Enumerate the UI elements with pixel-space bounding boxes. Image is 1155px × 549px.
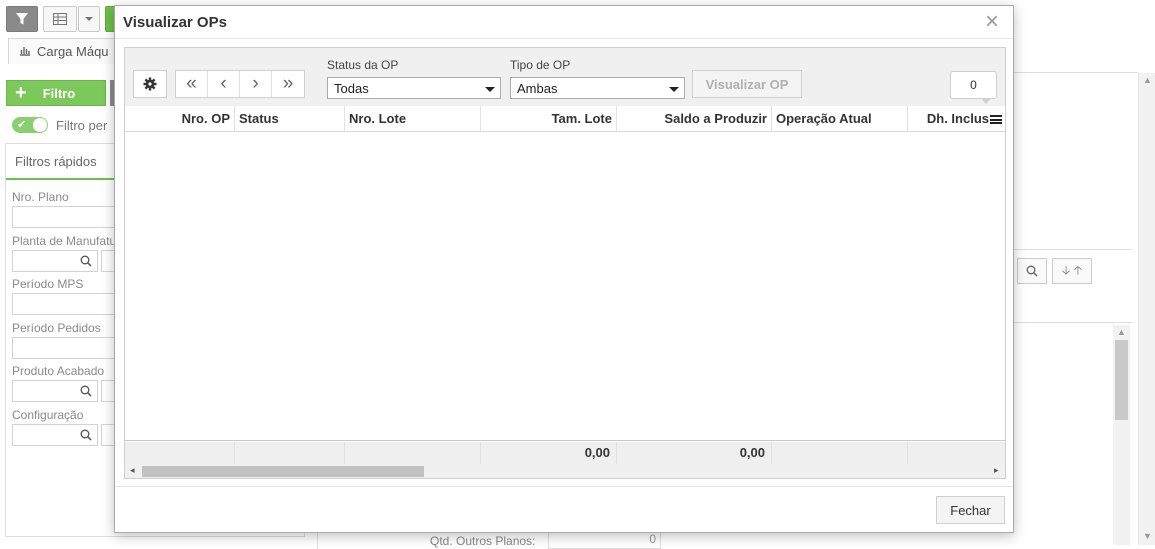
configuracao-search-input[interactable] [12,424,98,446]
visualizar-op-button[interactable]: Visualizar OP [692,70,802,98]
col-status[interactable]: Status [235,106,345,132]
bar-chart-icon [19,45,31,59]
divider [1010,72,1138,73]
field-label-planta: Planta de Manufatu [12,234,117,248]
field-label-periodo-pedidos: Período Pedidos [12,321,101,335]
col-operacao-atual[interactable]: Operação Atual [772,106,908,132]
caret-down-icon [669,87,679,92]
next-page-button[interactable]: › [240,71,272,97]
filter-icon [16,13,28,25]
settings-button[interactable] [133,70,167,98]
col-saldo-produzir[interactable]: Saldo a Produzir [617,106,772,132]
plus-icon: + [15,82,27,104]
filter-toggle-button[interactable] [6,6,38,32]
search-icon [1026,265,1038,277]
total-tam-lote: 0,00 [481,442,617,464]
tipo-op-select[interactable]: Ambas [510,77,685,99]
planta-search-input[interactable] [12,250,98,272]
check-icon: ✔ [17,119,27,131]
fechar-button[interactable]: Fechar [936,496,1005,524]
dialog-header: Visualizar OPs × [115,6,1013,39]
scroll-right-icon[interactable]: ▸ [994,465,999,476]
tab-filtros-rapidos-label: Filtros rápidos [15,153,97,169]
caret-down-icon [85,17,93,21]
status-op-value: Todas [334,81,369,96]
chevron-left-icon: ‹ [220,73,227,94]
page-scrollbar[interactable]: ▲ ▼ [1138,73,1155,545]
filter-button-label: Filtro [42,85,76,101]
double-chevron-right-icon: » [282,73,294,94]
field-label-produto-acabado: Produto Acabado [12,364,105,378]
tab-filtros-rapidos[interactable]: Filtros rápidos [6,144,116,180]
toggle-knob [33,118,47,132]
record-count-badge: 0 [950,71,997,104]
caret-down-icon [485,87,495,92]
inner-scrollbar-thumb[interactable] [1115,340,1128,420]
filter-personal-toggle[interactable]: ✔ [12,117,48,133]
close-icon[interactable]: × [981,10,1003,34]
tab-carga-label: Carga Máqu [37,44,109,59]
col-dh-inclusao[interactable]: Dh. Inclus [908,106,989,132]
qtd-outros-planos-label: Qtd. Outros Planos: [430,534,536,548]
total-cell [235,442,345,464]
total-cell [772,442,908,464]
scroll-left-icon[interactable]: ◂ [130,465,135,476]
sort-arrows-icon: 🡣 🡡 [1061,262,1083,277]
scroll-up-icon[interactable]: ▲ [1117,327,1126,337]
grid-horizontal-scrollbar[interactable]: ◂ ▸ [125,464,1005,478]
status-op-select[interactable]: Todas [327,77,501,99]
pagination-group: « ‹ › » [175,70,305,98]
grid-view-button[interactable] [43,6,77,32]
dialog-footer: Fechar [115,486,1013,532]
scroll-up-icon[interactable]: ▲ [1143,75,1152,85]
tipo-op-label: Tipo de OP [510,58,571,72]
visualizar-ops-dialog: Visualizar OPs × « ‹ › » Status da OP To… [114,5,1014,533]
menu-icon[interactable] [990,115,1002,124]
col-nro-op[interactable]: Nro. OP [125,106,235,132]
last-page-button[interactable]: » [272,71,304,97]
grid-totals-row: 0,00 0,00 [125,442,1005,464]
filter-personal-toggle-row: ✔ Filtro per [12,116,107,134]
double-chevron-left-icon: « [186,73,197,94]
periodo-pedidos-input[interactable] [12,337,115,359]
total-cell [345,442,481,464]
configuracao-code-input[interactable] [101,424,115,446]
field-label-periodo-mps: Período MPS [12,277,84,291]
search-icon [80,385,92,397]
gear-icon [143,77,157,91]
grid-body [125,133,1005,441]
planta-code-input[interactable] [101,250,115,272]
filter-personal-label: Filtro per [56,117,108,133]
search-icon [80,255,92,267]
tipo-op-value: Ambas [517,81,558,96]
col-nro-lote[interactable]: Nro. Lote [345,106,481,132]
sort-button[interactable]: 🡣 🡡 [1052,258,1092,284]
ops-grid-container: « ‹ › » Status da OP Todas Tipo de OP Am… [124,47,1006,479]
dialog-title: Visualizar OPs [123,14,227,31]
chevron-right-icon: › [252,73,259,94]
grid-header: Nro. OP Status Nro. Lote Tam. Lote Saldo… [125,106,1005,132]
prev-page-button[interactable]: ‹ [208,71,240,97]
total-cell [125,442,235,464]
view-dropdown-button[interactable] [78,6,100,32]
search-button[interactable] [1017,258,1047,284]
field-label-nro-plano: Nro. Plano [12,190,69,204]
produto-search-input[interactable] [12,380,98,402]
produto-code-input[interactable] [101,380,115,402]
periodo-mps-input[interactable] [12,293,115,315]
grid-toolbar: « ‹ › » Status da OP Todas Tipo de OP Am… [125,48,1005,106]
add-filter-button[interactable]: + Filtro [6,80,106,106]
total-saldo-produzir: 0,00 [617,442,772,464]
search-icon [80,429,92,441]
status-op-label: Status da OP [327,58,399,72]
field-label-configuracao: Configuração [12,408,84,422]
nro-plano-input[interactable] [12,206,115,228]
first-page-button[interactable]: « [176,71,208,97]
qtd-outros-planos-value: 0 [548,531,661,549]
tab-carga-maquina[interactable]: Carga Máqu [8,38,123,64]
col-tam-lote[interactable]: Tam. Lote [481,106,617,132]
grid-icon [53,13,67,25]
horizontal-scroll-thumb[interactable] [142,466,424,477]
